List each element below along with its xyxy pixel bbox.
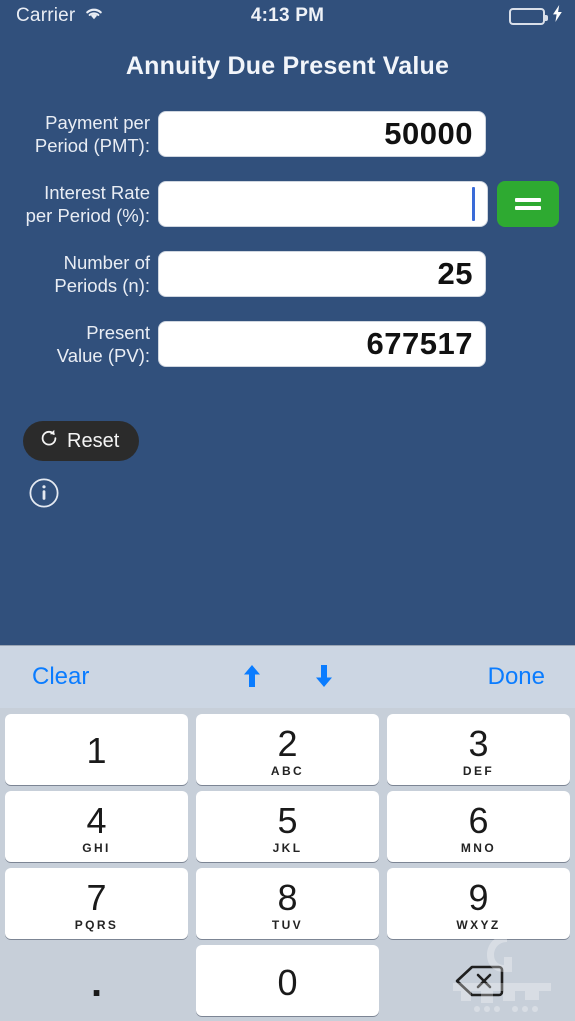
field-label-present-value: Present Value (PV):: [56, 322, 150, 366]
app-screen: Carrier 4:13 PM Annuity Due Present Valu…: [0, 0, 575, 1021]
present-value-input[interactable]: 677517: [158, 321, 486, 367]
key-letters: PQRS: [74, 918, 119, 932]
equals-icon: [515, 198, 541, 210]
field-label-periods: Number of Periods (n):: [54, 252, 150, 296]
periods-input[interactable]: 25: [158, 251, 486, 297]
key-9[interactable]: 9 WXYZ: [387, 868, 570, 939]
key-digit: 8: [277, 877, 298, 918]
keypad-row: 4 GHI 5 JKL 6 MNO: [5, 791, 570, 862]
key-letters: DEF: [462, 764, 495, 778]
key-4[interactable]: 4 GHI: [5, 791, 188, 862]
key-8[interactable]: 8 TUV: [196, 868, 379, 939]
keypad-row: 1 2 ABC 3 DEF: [5, 714, 570, 785]
field-row-interest-rate: Interest Rate per Period (%):: [0, 180, 575, 228]
key-5[interactable]: 5 JKL: [196, 791, 379, 862]
backspace-delete-icon: [453, 963, 505, 1002]
periods-value: 25: [437, 256, 473, 291]
keyboard-toolbar: Clear Done: [0, 645, 575, 708]
key-digit: 4: [86, 800, 107, 841]
reset-button[interactable]: Reset: [23, 421, 140, 461]
key-digit: 9: [468, 877, 489, 918]
next-field-button[interactable]: [309, 662, 339, 692]
reset-label: Reset: [67, 429, 120, 452]
key-digit: 3: [468, 723, 489, 764]
key-decimal[interactable]: .: [5, 945, 188, 1016]
arrow-down-icon: [313, 663, 335, 692]
calculator-form: Payment per Period (PMT): 50000 Interest…: [0, 110, 575, 390]
key-letters: GHI: [82, 841, 111, 855]
key-digit: 6: [468, 800, 489, 841]
key-digit: 0: [277, 961, 298, 1003]
pmt-input[interactable]: 50000: [158, 111, 486, 157]
present-value-value: 677517: [366, 326, 473, 361]
pmt-value: 50000: [384, 116, 473, 151]
field-row-periods: Number of Periods (n): 25: [0, 250, 575, 298]
info-circle-icon[interactable]: [28, 477, 60, 509]
rotate-counterclockwise-icon: [39, 428, 59, 454]
key-3[interactable]: 3 DEF: [387, 714, 570, 785]
key-1[interactable]: 1: [5, 714, 188, 785]
arrow-up-icon: [241, 663, 263, 692]
key-letters: WXYZ: [456, 918, 501, 932]
key-2[interactable]: 2 ABC: [196, 714, 379, 785]
page-title: Annuity Due Present Value: [125, 52, 450, 80]
status-bar-clock: 4:13 PM: [250, 5, 325, 26]
key-digit: 7: [86, 877, 107, 918]
keypad-row: 7 PQRS 8 TUV 9 WXYZ: [5, 868, 570, 939]
field-label-pmt: Payment per Period (PMT):: [34, 112, 150, 156]
keypad: 1 2 ABC 3 DEF 4 GHI 5 JKL 6 MNO 7 PQRS 8…: [0, 708, 575, 1021]
lightning-bolt-icon: [552, 4, 563, 28]
key-letters: TUV: [271, 918, 304, 932]
done-button[interactable]: Done: [480, 659, 553, 695]
key-digit: .: [90, 960, 103, 1005]
key-7[interactable]: 7 PQRS: [5, 868, 188, 939]
key-letters: MNO: [460, 841, 497, 855]
key-6[interactable]: 6 MNO: [387, 791, 570, 862]
battery-icon: [509, 7, 548, 25]
text-cursor: [472, 187, 475, 221]
equals-calculate-button[interactable]: [497, 181, 559, 227]
key-backspace[interactable]: [387, 945, 570, 1016]
numeric-keyboard: Clear Done 1 2 ABC 3 DEF 4 GHI 5 JKL 6 M…: [0, 645, 575, 1021]
field-label-interest-rate: Interest Rate per Period (%):: [25, 182, 150, 226]
key-digit: 1: [86, 730, 107, 771]
field-row-pmt: Payment per Period (PMT): 50000: [0, 110, 575, 158]
keypad-row: . 0: [5, 945, 570, 1016]
key-letters: JKL: [272, 841, 303, 855]
status-bar: Carrier 4:13 PM: [0, 0, 575, 32]
previous-field-button[interactable]: [237, 662, 267, 692]
key-0[interactable]: 0: [196, 945, 379, 1016]
status-bar-right: [509, 4, 563, 28]
key-digit: 5: [277, 800, 298, 841]
key-digit: 2: [277, 723, 298, 764]
interest-rate-input[interactable]: [158, 181, 488, 227]
field-row-present-value: Present Value (PV): 677517: [0, 320, 575, 368]
key-letters: ABC: [270, 764, 305, 778]
